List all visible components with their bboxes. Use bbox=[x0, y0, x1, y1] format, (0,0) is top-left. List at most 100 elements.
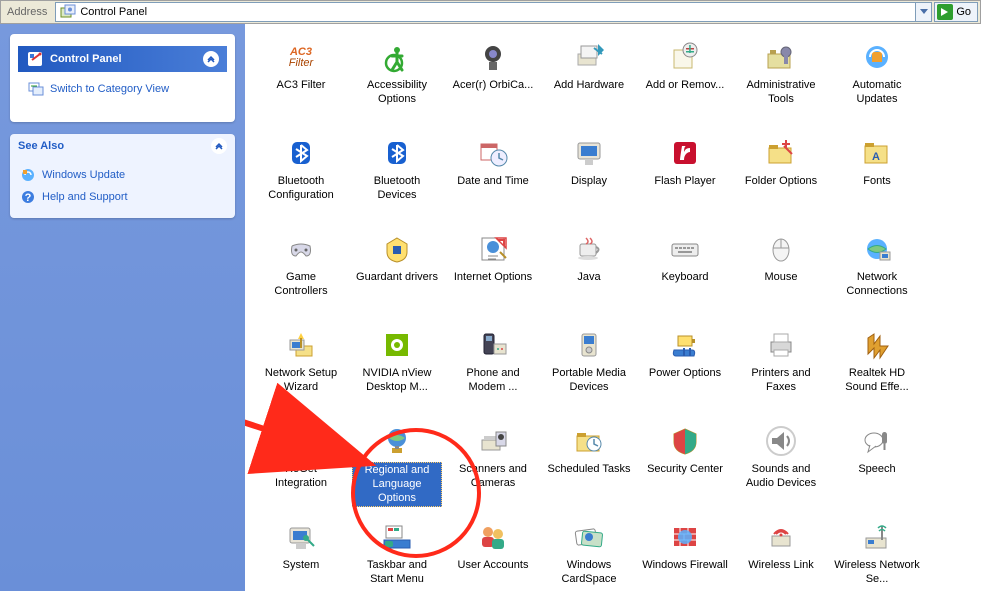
control-panel-item[interactable]: Regional and Language Options bbox=[349, 420, 445, 516]
link-switch-category-view[interactable]: Switch to Category View bbox=[28, 78, 217, 100]
control-panel-item[interactable]: Acer(r) OrbiCa... bbox=[445, 36, 541, 132]
network-wizard-icon bbox=[284, 328, 318, 362]
control-panel-item[interactable]: Folder Options bbox=[733, 132, 829, 228]
control-panel-item[interactable]: Automatic Updates bbox=[829, 36, 925, 132]
item-label: Windows CardSpace bbox=[544, 558, 634, 588]
printers-icon bbox=[764, 328, 798, 362]
control-panel-item[interactable]: Security Center bbox=[637, 420, 733, 516]
item-label: Sounds and Audio Devices bbox=[736, 462, 826, 492]
switch-view-icon bbox=[28, 81, 44, 97]
item-label: Speech bbox=[856, 462, 897, 478]
link-label: Switch to Category View bbox=[50, 83, 169, 95]
control-panel-item[interactable]: Taskbar and Start Menu bbox=[349, 516, 445, 591]
control-panel-item[interactable]: A Fonts bbox=[829, 132, 925, 228]
control-panel-item[interactable]: Mouse bbox=[733, 228, 829, 324]
item-label: Security Center bbox=[645, 462, 725, 478]
address-bar: Address Go bbox=[0, 0, 981, 24]
item-label: Realtek HD Sound Effe... bbox=[832, 366, 922, 396]
internet-options-icon bbox=[476, 232, 510, 266]
item-label: User Accounts bbox=[456, 558, 531, 574]
control-panel-item[interactable]: Bluetooth Devices bbox=[349, 132, 445, 228]
go-label: Go bbox=[956, 6, 971, 18]
control-panel-item[interactable]: AC3FilterAC3 Filter bbox=[253, 36, 349, 132]
item-label: ReGet Integration bbox=[256, 462, 346, 492]
svg-text:?: ? bbox=[25, 192, 32, 204]
control-panel-item[interactable]: Display bbox=[541, 132, 637, 228]
panel-header[interactable]: See Also bbox=[10, 134, 235, 158]
panel-title: Control Panel bbox=[50, 53, 122, 65]
system-icon bbox=[284, 520, 318, 554]
control-panel-item[interactable]: Scanners and Cameras bbox=[445, 420, 541, 516]
item-label: Add or Remov... bbox=[644, 78, 727, 94]
nvidia-icon bbox=[380, 328, 414, 362]
sidebar-panel-see-also: See Also Windows Update ? Help and Suppo… bbox=[10, 134, 235, 218]
display-icon bbox=[572, 136, 606, 170]
control-panel-item[interactable]: Administrative Tools bbox=[733, 36, 829, 132]
item-label: Fonts bbox=[861, 174, 893, 190]
regional-icon bbox=[380, 424, 414, 458]
link-label: Help and Support bbox=[42, 191, 128, 203]
auto-update-icon bbox=[860, 40, 894, 74]
control-panel-item[interactable]: Windows Firewall bbox=[637, 516, 733, 591]
realtek-icon bbox=[860, 328, 894, 362]
item-label: Internet Options bbox=[452, 270, 534, 286]
panel-title: See Also bbox=[18, 140, 64, 152]
mouse-icon bbox=[764, 232, 798, 266]
link-help-support[interactable]: ? Help and Support bbox=[20, 186, 225, 208]
control-panel-item[interactable]: Speech bbox=[829, 420, 925, 516]
control-panel-item[interactable]: Network Connections bbox=[829, 228, 925, 324]
item-label: Java bbox=[575, 270, 602, 286]
control-panel-item[interactable]: Internet Options bbox=[445, 228, 541, 324]
datetime-icon bbox=[476, 136, 510, 170]
chevron-up-icon[interactable] bbox=[203, 51, 219, 67]
control-panel-item[interactable]: User Accounts bbox=[445, 516, 541, 591]
control-panel-item[interactable]: Add or Remov... bbox=[637, 36, 733, 132]
link-windows-update[interactable]: Windows Update bbox=[20, 164, 225, 186]
go-button[interactable]: Go bbox=[934, 2, 978, 22]
control-panel-item[interactable]: System bbox=[253, 516, 349, 591]
control-panel-item[interactable]: Guardant drivers bbox=[349, 228, 445, 324]
control-panel-item[interactable]: Windows CardSpace bbox=[541, 516, 637, 591]
control-panel-item[interactable]: NVIDIA nView Desktop M... bbox=[349, 324, 445, 420]
item-label: AC3 Filter bbox=[275, 78, 328, 94]
chevron-up-icon[interactable] bbox=[211, 138, 227, 154]
control-panel-item[interactable]: Game Controllers bbox=[253, 228, 349, 324]
control-panel-item[interactable]: Wireless Network Se... bbox=[829, 516, 925, 591]
control-panel-item[interactable]: Portable Media Devices bbox=[541, 324, 637, 420]
control-panel-item[interactable]: Network Setup Wizard bbox=[253, 324, 349, 420]
item-label: Display bbox=[569, 174, 609, 190]
address-field[interactable] bbox=[55, 2, 932, 22]
game-controllers-icon bbox=[284, 232, 318, 266]
control-panel-item[interactable]: Sounds and Audio Devices bbox=[733, 420, 829, 516]
control-panel-item[interactable]: Keyboard bbox=[637, 228, 733, 324]
control-panel-item[interactable]: Java bbox=[541, 228, 637, 324]
user-accounts-icon bbox=[476, 520, 510, 554]
address-input[interactable] bbox=[80, 6, 915, 18]
control-panel-item[interactable]: Flash Player bbox=[637, 132, 733, 228]
control-panel-item[interactable]: Accessibility Options bbox=[349, 36, 445, 132]
address-dropdown[interactable] bbox=[915, 3, 931, 21]
control-panel-item[interactable]: Bluetooth Configuration bbox=[253, 132, 349, 228]
control-panel-item[interactable]: ReGet Integration bbox=[253, 420, 349, 516]
control-panel-item[interactable]: Scheduled Tasks bbox=[541, 420, 637, 516]
item-label: Flash Player bbox=[652, 174, 717, 190]
panel-header[interactable]: Control Panel bbox=[18, 46, 227, 72]
cardspace-icon bbox=[572, 520, 606, 554]
orbicam-icon bbox=[476, 40, 510, 74]
control-panel-item[interactable]: Phone and Modem ... bbox=[445, 324, 541, 420]
item-label: Power Options bbox=[647, 366, 723, 382]
item-label: Administrative Tools bbox=[736, 78, 826, 108]
control-panel-item[interactable]: Wireless Link bbox=[733, 516, 829, 591]
control-panel-item[interactable]: Add Hardware bbox=[541, 36, 637, 132]
control-panel-item[interactable]: Realtek HD Sound Effe... bbox=[829, 324, 925, 420]
control-panel-item[interactable]: Date and Time bbox=[445, 132, 541, 228]
item-label: Automatic Updates bbox=[832, 78, 922, 108]
control-panel-item[interactable]: Power Options bbox=[637, 324, 733, 420]
item-label: Portable Media Devices bbox=[544, 366, 634, 396]
item-label: Keyboard bbox=[659, 270, 710, 286]
firewall-icon bbox=[668, 520, 702, 554]
fonts-icon: A bbox=[860, 136, 894, 170]
control-panel-item[interactable]: Printers and Faxes bbox=[733, 324, 829, 420]
item-label: NVIDIA nView Desktop M... bbox=[352, 366, 442, 396]
java-icon bbox=[572, 232, 606, 266]
